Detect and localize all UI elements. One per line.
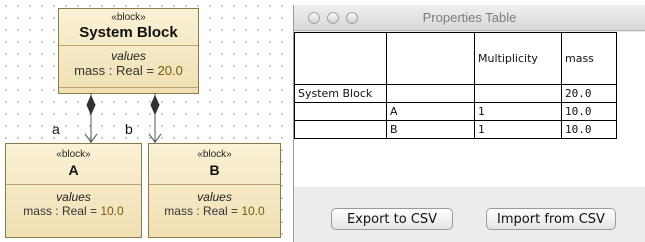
mass-property-value: 10.0: [100, 204, 124, 218]
window-titlebar[interactable]: Properties Table: [294, 5, 645, 31]
table-cell[interactable]: [474, 84, 562, 103]
table-cell[interactable]: 1: [474, 102, 562, 121]
import-from-csv-button[interactable]: Import from CSV: [486, 208, 616, 230]
table-row[interactable]: System Block 20.0: [294, 84, 617, 103]
table-cell[interactable]: 20.0: [561, 84, 617, 103]
mass-property-value: 10.0: [241, 204, 265, 218]
block-b[interactable]: «block» B values mass : Real = 10.0: [148, 143, 281, 238]
header-cell[interactable]: [386, 32, 475, 85]
composition-connectors: [84, 93, 162, 143]
role-name-b: b: [125, 121, 133, 137]
table-cell[interactable]: [294, 120, 387, 139]
export-to-csv-button[interactable]: Export to CSV: [331, 208, 453, 230]
table-cell[interactable]: B: [386, 120, 475, 139]
mass-property[interactable]: mass : Real = 10.0: [149, 204, 280, 218]
table-header-row: Multiplicity mass: [294, 32, 617, 85]
table-cell[interactable]: 1: [474, 120, 562, 139]
block-stereotype: «block»: [197, 149, 232, 160]
composition-diamond-a: [86, 94, 96, 116]
table-cell[interactable]: 10.0: [561, 102, 617, 121]
values-compartment-label: values: [197, 190, 232, 204]
mass-property-name: mass : Real =: [164, 204, 242, 218]
table-cell[interactable]: A: [386, 102, 475, 121]
table-cell[interactable]: [294, 102, 387, 121]
block-a[interactable]: «block» A values mass : Real = 10.0: [5, 143, 142, 238]
header-cell[interactable]: [294, 32, 387, 85]
properties-table: Multiplicity mass System Block 20.0 A 1 …: [294, 32, 617, 139]
window-title: Properties Table: [422, 10, 517, 25]
table-row[interactable]: A 1 10.0: [294, 102, 617, 121]
composition-diamond-b: [150, 94, 160, 116]
mass-property-name: mass : Real =: [23, 204, 101, 218]
table-cell[interactable]: System Block: [294, 84, 387, 103]
block-name: B: [209, 162, 220, 178]
block-name: A: [68, 162, 79, 178]
block-stereotype: «block»: [56, 149, 91, 160]
table-row[interactable]: B 1 10.0: [294, 120, 617, 139]
properties-table-window: Properties Table Multiplicity mass Syste…: [293, 5, 645, 242]
values-compartment-label: values: [56, 190, 91, 204]
compartment-divider: [149, 184, 280, 185]
header-cell-multiplicity[interactable]: Multiplicity: [474, 32, 562, 85]
table-cell[interactable]: [386, 84, 475, 103]
header-cell-mass[interactable]: mass: [561, 32, 617, 85]
compartment-divider: [6, 184, 141, 185]
table-area: Multiplicity mass System Block 20.0 A 1 …: [294, 32, 645, 187]
mass-property[interactable]: mass : Real = 10.0: [6, 204, 141, 218]
role-name-a: a: [52, 121, 60, 137]
table-cell[interactable]: 10.0: [561, 120, 617, 139]
